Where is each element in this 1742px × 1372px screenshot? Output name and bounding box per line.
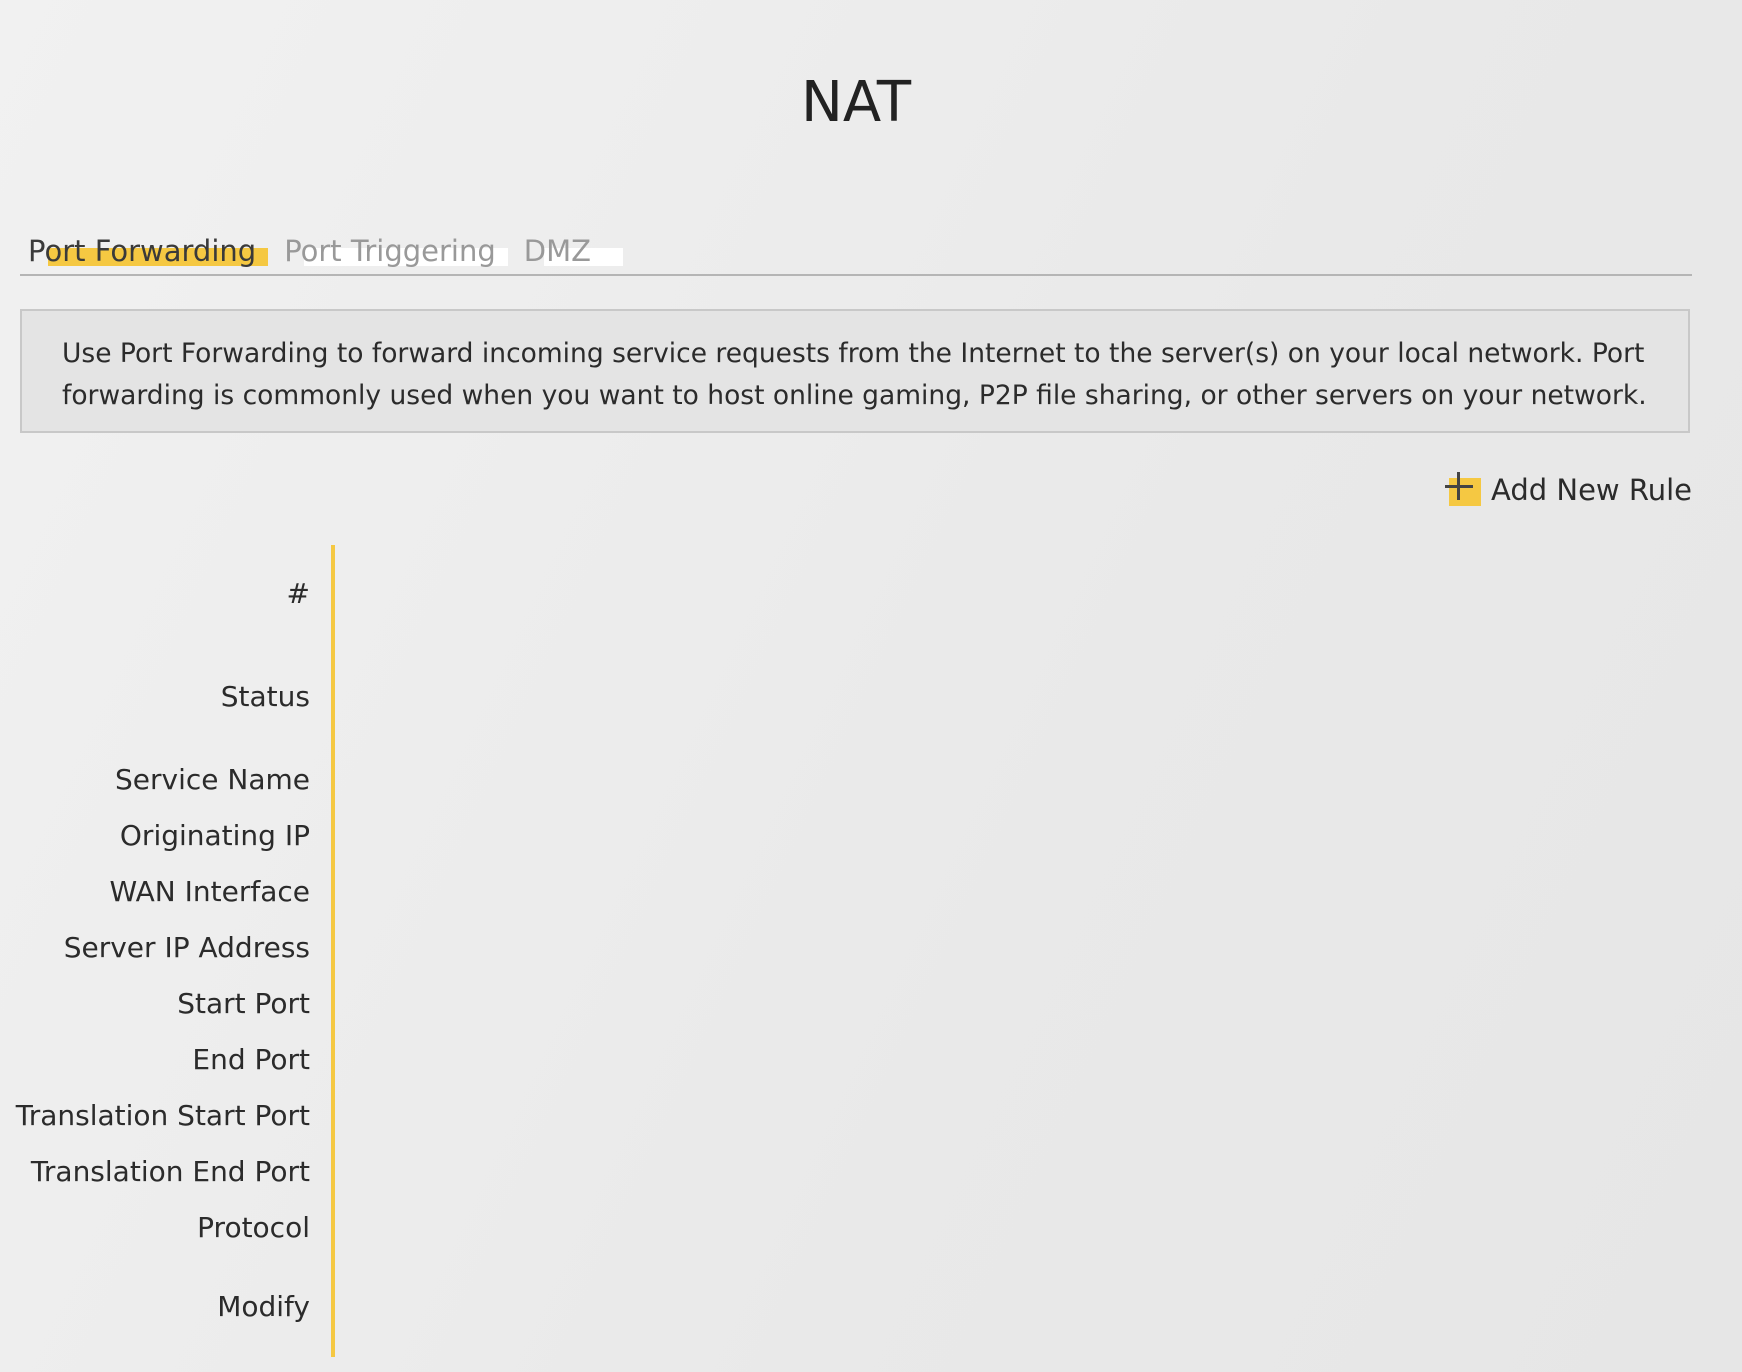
header-translation-end-port: Translation End Port — [30, 1155, 310, 1188]
header-originating-ip: Originating IP — [119, 819, 310, 852]
tab-dmz[interactable]: DMZ — [523, 234, 623, 268]
tab-port-triggering[interactable]: Port Triggering — [284, 234, 508, 268]
header-number: # — [286, 577, 310, 610]
tab-bar: Port Forwarding Port Triggering DMZ — [28, 234, 623, 268]
tab-label: Port Forwarding — [28, 234, 257, 268]
add-new-rule-button[interactable]: Add New Rule — [1445, 472, 1692, 508]
page-title: NAT — [800, 70, 912, 135]
header-end-port: End Port — [192, 1043, 310, 1076]
tab-divider — [20, 274, 1692, 276]
tab-label: DMZ — [523, 234, 591, 268]
description-box: Use Port Forwarding to forward incoming … — [20, 309, 1690, 433]
header-protocol: Protocol — [197, 1211, 310, 1244]
plus-icon — [1445, 472, 1482, 508]
table-header-divider — [331, 545, 335, 1357]
header-modify: Modify — [217, 1290, 310, 1323]
tab-port-forwarding[interactable]: Port Forwarding — [28, 234, 269, 268]
header-server-ip: Server IP Address — [63, 931, 310, 964]
header-translation-start-port: Translation Start Port — [15, 1099, 310, 1132]
header-status: Status — [220, 680, 310, 713]
tab-label: Port Triggering — [284, 234, 496, 268]
header-service-name: Service Name — [115, 763, 310, 796]
header-start-port: Start Port — [177, 987, 310, 1020]
header-wan-interface: WAN Interface — [109, 875, 310, 908]
add-new-rule-label: Add New Rule — [1491, 473, 1692, 507]
